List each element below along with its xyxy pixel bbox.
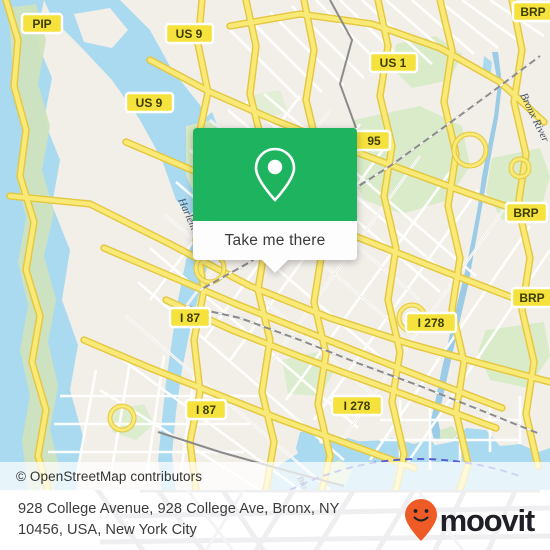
address-line-2: 10456, USA, New York City: [18, 522, 197, 538]
route-shield: US 1: [368, 51, 419, 74]
attribution-text: © OpenStreetMap contributors: [16, 468, 203, 484]
map-attribution-bar: © OpenStreetMap contributors: [0, 462, 550, 490]
route-shield: US 9: [124, 91, 175, 114]
popup-footer[interactable]: Take me there: [193, 221, 357, 260]
svg-text:I 278: I 278: [344, 399, 371, 413]
map-screenshot: Harlem River Bronx River Bro PIP US 9 US…: [0, 0, 550, 550]
route-shield: US 9: [164, 22, 215, 45]
svg-text:US 9: US 9: [176, 27, 203, 41]
route-shield: I 87: [168, 306, 212, 329]
svg-text:95: 95: [367, 134, 381, 148]
map-canvas[interactable]: Harlem River Bronx River Bro PIP US 9 US…: [0, 0, 550, 490]
route-shield: 95: [350, 129, 392, 152]
svg-text:I 87: I 87: [180, 311, 200, 325]
address-line-1: 928 College Avenue, 928 College Ave, Bro…: [18, 501, 340, 517]
map-pin-icon: [254, 147, 296, 202]
svg-text:US 1: US 1: [380, 56, 407, 70]
route-shield: BRP: [510, 286, 550, 309]
svg-text:BRP: BRP: [520, 5, 545, 19]
svg-text:PIP: PIP: [32, 17, 51, 31]
route-shield: PIP: [20, 12, 64, 35]
take-me-there-button[interactable]: Take me there: [225, 232, 326, 250]
svg-text:US 9: US 9: [136, 96, 163, 110]
footer-bar: 928 College Avenue, 928 College Ave, Bro…: [0, 490, 550, 550]
route-shield: BRP: [511, 0, 550, 23]
moovit-wordmark: moovit: [439, 502, 536, 538]
svg-text:I 278: I 278: [418, 316, 445, 330]
route-shield: I 87: [184, 398, 228, 421]
svg-text:I 87: I 87: [196, 403, 216, 417]
moovit-smiley-pin-icon: [404, 499, 437, 541]
popup-tail-pointer: [261, 259, 289, 273]
popup-header: [193, 128, 357, 221]
svg-text:BRP: BRP: [519, 291, 544, 305]
route-shield: I 278: [330, 394, 384, 417]
route-shield: BRP: [504, 201, 549, 224]
moovit-brand-logo[interactable]: moovit: [404, 498, 536, 542]
location-popup[interactable]: Take me there: [193, 128, 357, 273]
svg-text:BRP: BRP: [513, 206, 538, 220]
address-text: 928 College Avenue, 928 College Ave, Bro…: [18, 499, 404, 541]
route-shield: I 278: [404, 311, 458, 334]
